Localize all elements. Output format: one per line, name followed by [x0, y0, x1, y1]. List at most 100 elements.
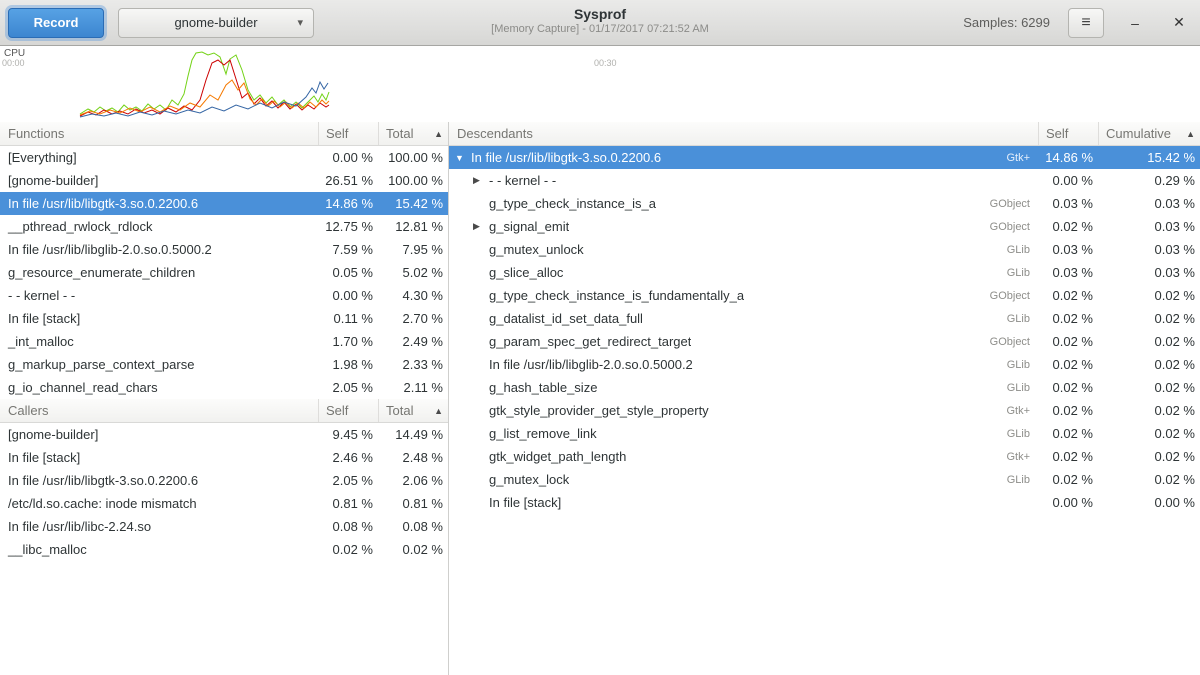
function-name-cell: In file [stack] [449, 495, 1038, 510]
function-name: In file /usr/lib/libgtk-3.so.0.2200.6 [0, 196, 318, 211]
tree-row[interactable]: ▶- - kernel - -0.00 %0.29 % [449, 169, 1200, 192]
self-value: 0.00 % [318, 150, 378, 165]
cumulative-value: 0.03 % [1098, 219, 1200, 234]
tree-row[interactable]: g_mutex_unlockGLib0.03 %0.03 % [449, 238, 1200, 261]
library-badge: GObject [980, 198, 1038, 210]
sort-indicator-icon: ▲ [434, 406, 443, 416]
self-value: 1.98 % [318, 357, 378, 372]
tree-row[interactable]: In file /usr/lib/libglib-2.0.so.0.5000.2… [449, 353, 1200, 376]
table-row[interactable]: In file [stack]2.46 %2.48 % [0, 446, 448, 469]
library-badge: GObject [980, 336, 1038, 348]
expand-icon[interactable]: ▶ [473, 175, 489, 186]
table-row[interactable]: [Everything]0.00 %100.00 % [0, 146, 448, 169]
table-row[interactable]: /etc/ld.so.cache: inode mismatch0.81 %0.… [0, 492, 448, 515]
tree-row[interactable]: g_param_spec_get_redirect_targetGObject0… [449, 330, 1200, 353]
function-name: - - kernel - - [489, 173, 556, 188]
table-row[interactable]: _int_malloc1.70 %2.49 % [0, 330, 448, 353]
table-row[interactable]: __libc_malloc0.02 %0.02 % [0, 538, 448, 561]
self-value: 0.02 % [1038, 288, 1098, 303]
descendants-column-header[interactable]: Descendants [449, 122, 1038, 145]
tree-row[interactable]: g_list_remove_linkGLib0.02 %0.02 % [449, 422, 1200, 445]
collapse-icon[interactable]: ▼ [455, 153, 471, 163]
table-row[interactable]: __pthread_rwlock_rdlock12.75 %12.81 % [0, 215, 448, 238]
tree-row[interactable]: In file [stack]0.00 %0.00 % [449, 491, 1200, 514]
total-column-header[interactable]: Total ▲ [378, 122, 448, 145]
record-button[interactable]: Record [8, 8, 104, 38]
self-column-header[interactable]: Self [1038, 122, 1098, 145]
function-name: In file /usr/lib/libglib-2.0.so.0.5000.2 [0, 242, 318, 257]
self-value: 0.02 % [1038, 472, 1098, 487]
function-name-cell: ▶- - kernel - - [449, 173, 1038, 188]
self-value: 0.03 % [1038, 265, 1098, 280]
function-name: __libc_malloc [0, 542, 318, 557]
tree-row[interactable]: g_type_check_instance_is_fundamentally_a… [449, 284, 1200, 307]
total-value: 0.81 % [378, 496, 448, 511]
self-value: 2.05 % [318, 473, 378, 488]
total-value: 2.70 % [378, 311, 448, 326]
function-name: In file /usr/lib/libgtk-3.so.0.2200.6 [471, 150, 661, 165]
library-badge: Gtk+ [996, 405, 1038, 417]
function-name: gtk_widget_path_length [489, 449, 626, 464]
menu-button[interactable]: ≡ [1068, 8, 1104, 38]
self-value: 0.02 % [1038, 380, 1098, 395]
total-column-header[interactable]: Total ▲ [378, 399, 448, 422]
tree-row[interactable]: gtk_style_provider_get_style_propertyGtk… [449, 399, 1200, 422]
cumulative-value: 0.02 % [1098, 472, 1200, 487]
cumulative-value: 0.02 % [1098, 357, 1200, 372]
expand-icon[interactable]: ▶ [473, 221, 489, 232]
tree-row[interactable]: g_hash_table_sizeGLib0.02 %0.02 % [449, 376, 1200, 399]
sort-indicator-icon: ▲ [434, 129, 443, 139]
table-row[interactable]: In file [stack]0.11 %2.70 % [0, 307, 448, 330]
table-row[interactable]: g_resource_enumerate_children0.05 %5.02 … [0, 261, 448, 284]
tree-row[interactable]: g_type_check_instance_is_aGObject0.03 %0… [449, 192, 1200, 215]
total-value: 15.42 % [378, 196, 448, 211]
function-name-cell: gtk_widget_path_lengthGtk+ [449, 449, 1038, 464]
library-badge: GLib [997, 474, 1038, 486]
table-row[interactable]: g_markup_parse_context_parse1.98 %2.33 % [0, 353, 448, 376]
right-pane: Descendants Self Cumulative ▲ ▼In file /… [449, 122, 1200, 675]
total-value: 0.08 % [378, 519, 448, 534]
tree-row[interactable]: gtk_widget_path_lengthGtk+0.02 %0.02 % [449, 445, 1200, 468]
self-value: 0.02 % [1038, 403, 1098, 418]
tree-row[interactable]: ▼In file /usr/lib/libgtk-3.so.0.2200.6 Gt… [449, 146, 1200, 169]
callers-column-header[interactable]: Callers [0, 399, 318, 422]
self-value: 0.81 % [318, 496, 378, 511]
function-name-cell: gtk_style_provider_get_style_propertyGtk… [449, 403, 1038, 418]
functions-column-header[interactable]: Functions [0, 122, 318, 145]
chevron-down-icon: ▾ [297, 16, 303, 29]
table-row[interactable]: [gnome-builder]26.51 %100.00 % [0, 169, 448, 192]
tree-row[interactable]: g_datalist_id_set_data_fullGLib0.02 %0.0… [449, 307, 1200, 330]
function-name: _int_malloc [0, 334, 318, 349]
self-column-header[interactable]: Self [318, 399, 378, 422]
function-name: g_slice_alloc [489, 265, 563, 280]
table-row[interactable]: In file /usr/lib/libgtk-3.so.0.2200.62.0… [0, 469, 448, 492]
self-value: 0.02 % [1038, 449, 1098, 464]
self-value: 0.00 % [1038, 173, 1098, 188]
close-button[interactable]: ✕ [1166, 10, 1192, 36]
tree-row[interactable]: g_mutex_lockGLib0.02 %0.02 % [449, 468, 1200, 491]
cumulative-column-header[interactable]: Cumulative ▲ [1098, 122, 1200, 145]
table-row[interactable]: - - kernel - -0.00 %4.30 % [0, 284, 448, 307]
self-value: 0.00 % [318, 288, 378, 303]
table-row[interactable]: [gnome-builder]9.45 %14.49 % [0, 423, 448, 446]
process-selector[interactable]: gnome-builder ▾ [118, 8, 314, 38]
table-row[interactable]: In file /usr/lib/libc-2.24.so0.08 %0.08 … [0, 515, 448, 538]
table-row[interactable]: In file /usr/lib/libgtk-3.so.0.2200.614.… [0, 192, 448, 215]
table-row[interactable]: In file /usr/lib/libglib-2.0.so.0.5000.2… [0, 238, 448, 261]
function-name: In file [stack] [489, 495, 561, 510]
function-name: - - kernel - - [0, 288, 318, 303]
self-value: 0.02 % [318, 542, 378, 557]
table-row[interactable]: g_io_channel_read_chars2.05 %2.11 % [0, 376, 448, 399]
cumulative-value: 0.00 % [1098, 495, 1200, 510]
library-badge: Gtk+ [996, 152, 1038, 164]
minimize-button[interactable]: – [1122, 10, 1148, 36]
self-value: 2.05 % [318, 380, 378, 395]
tree-row[interactable]: g_slice_allocGLib0.03 %0.03 % [449, 261, 1200, 284]
cpu-graph[interactable]: CPU 00:00 00:30 [0, 46, 1200, 122]
function-name: In file /usr/lib/libglib-2.0.so.0.5000.2 [489, 357, 693, 372]
self-value: 2.46 % [318, 450, 378, 465]
cumulative-value: 0.02 % [1098, 426, 1200, 441]
self-column-header[interactable]: Self [318, 122, 378, 145]
tree-row[interactable]: ▶g_signal_emitGObject0.02 %0.03 % [449, 215, 1200, 238]
library-badge: GLib [997, 382, 1038, 394]
